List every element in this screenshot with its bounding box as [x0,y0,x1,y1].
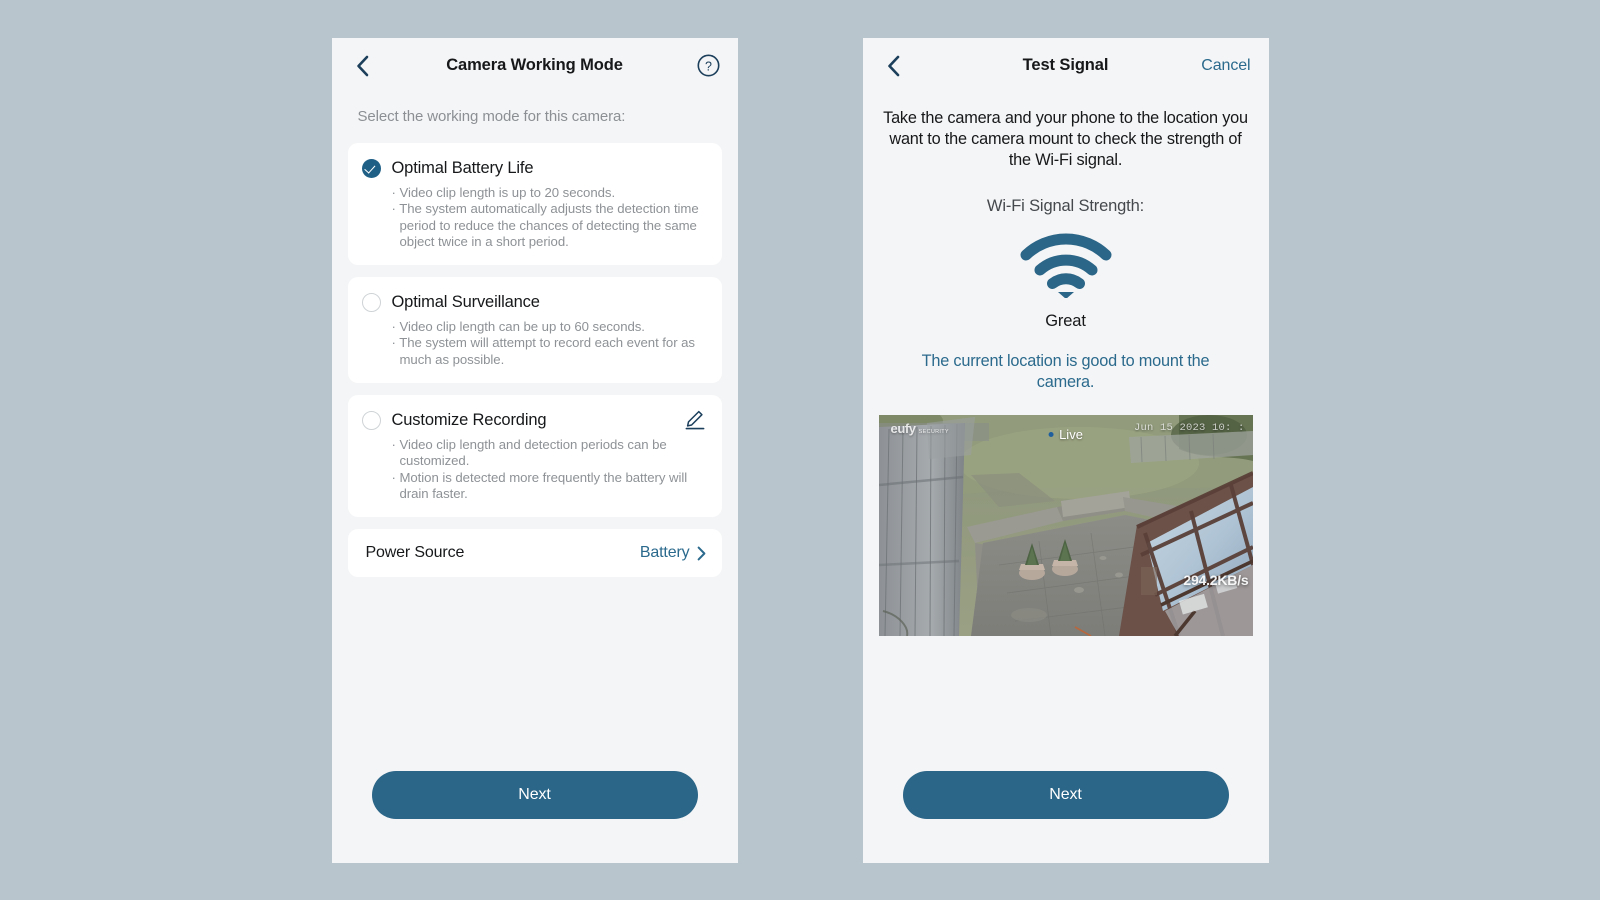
option-bullet: · The system will attempt to record each… [391,335,696,368]
mode-option-optimal-surveillance[interactable]: Optimal Surveillance · Video clip length… [347,276,722,383]
wifi-icon-wrap [863,232,1269,298]
mode-option-list: Optimal Battery Life · Video clip length… [332,125,738,518]
option-bullets: · Video clip length is up to 20 seconds.… [362,185,706,251]
chevron-left-icon [888,55,900,76]
screenshot-stage: Camera Working Mode ? Select the working… [0,0,1600,900]
option-title: Optimal Surveillance [391,292,540,311]
option-bullet: · Video clip length and detection period… [391,436,667,469]
brand-subtitle: SECURITY [918,428,949,435]
cancel-button[interactable]: Cancel [1201,57,1250,75]
option-bullet: · The system automatically adjusts the d… [391,201,699,250]
option-title: Optimal Battery Life [391,158,534,177]
mode-option-customize-recording[interactable]: Customize Recording · Video clip length … [347,394,722,518]
option-bullet: · Video clip length can be up to 60 seco… [391,318,645,334]
power-source-label: Power Source [365,544,465,562]
left-navbar: Camera Working Mode ? [332,38,738,94]
instruction-text: Take the camera and your phone to the lo… [883,108,1248,169]
camera-working-mode-screen: Camera Working Mode ? Select the working… [331,37,738,863]
help-circle-icon[interactable]: ? [697,54,720,77]
radio-optimal-surveillance[interactable] [361,292,381,312]
left-footer: Next [332,770,738,863]
svg-text:?: ? [705,59,712,73]
camera-feed-image [878,414,1253,636]
test-signal-screen: Test Signal Cancel Take the camera and y… [862,37,1269,863]
radio-customize-recording[interactable] [361,410,381,430]
signal-strength-value: Great [1045,311,1086,330]
right-navbar: Test Signal Cancel [863,38,1269,94]
wifi-full-icon [1020,233,1111,298]
right-footer: Next [863,770,1269,863]
next-button[interactable]: Next [902,770,1229,819]
next-button[interactable]: Next [371,770,698,819]
feed-timestamp: Jun 15 2023 10: : [1133,421,1245,434]
back-button[interactable] [350,51,376,81]
option-bullet: · Motion is detected more frequently the… [391,469,688,502]
option-bullets: · Video clip length can be up to 60 seco… [362,319,706,369]
option-title: Customize Recording [391,410,547,429]
radio-optimal-battery-life[interactable] [361,158,381,178]
page-title: Camera Working Mode [446,56,623,74]
live-label: Live [1059,426,1083,442]
mode-option-optimal-battery-life[interactable]: Optimal Battery Life · Video clip length… [347,142,722,265]
power-source-value: Battery [639,544,690,562]
pencil-edit-icon[interactable] [684,409,706,431]
option-bullet: · Video clip length is up to 20 seconds. [391,184,616,200]
camera-live-feed[interactable]: eufy SECURITY Live Jun 15 2023 10: : 294… [878,414,1253,636]
live-dot-icon [1048,431,1054,437]
chevron-left-icon [357,55,369,76]
signal-advice-text: The current location is good to mount th… [921,351,1210,391]
feed-bitrate: 294.2KB/s [1183,571,1249,588]
chevron-right-icon [697,546,706,561]
power-source-row[interactable]: Power Source Battery [347,529,722,578]
brand-name: eufy [890,420,917,436]
back-button[interactable] [881,51,907,81]
signal-strength-label: Wi-Fi Signal Strength: [986,196,1145,215]
camera-brand-watermark: eufy SECURITY [891,421,949,436]
live-indicator: Live [1048,427,1083,442]
option-bullets: · Video clip length and detection period… [362,437,706,503]
mode-subtitle: Select the working mode for this camera: [357,107,626,125]
